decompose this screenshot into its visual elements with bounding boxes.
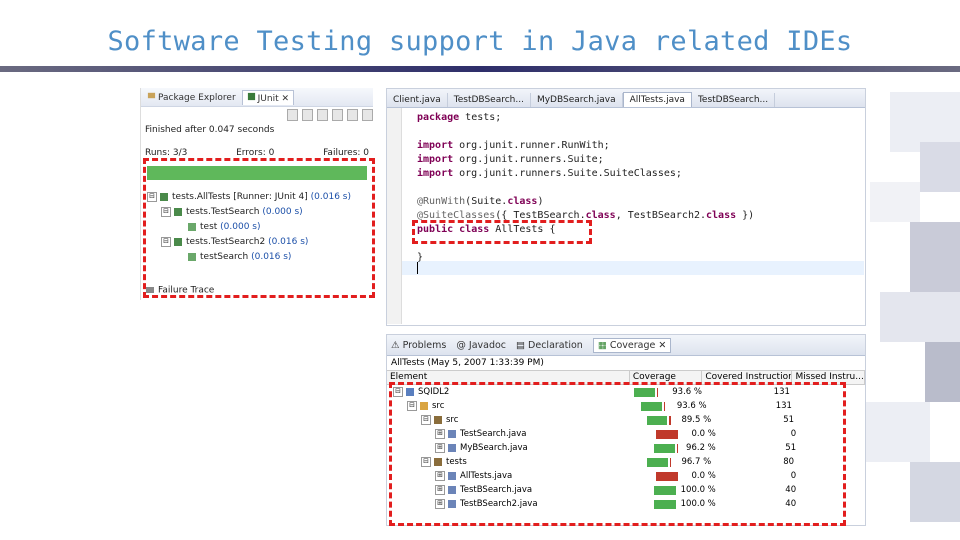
code-token: import — [417, 154, 454, 165]
close-icon[interactable]: ✕ — [282, 94, 290, 104]
prev-failure-icon[interactable] — [302, 109, 313, 121]
editor-tab[interactable]: Client.java — [387, 93, 448, 107]
view-menu-icon[interactable] — [362, 109, 373, 121]
junit-toolbar — [141, 107, 373, 123]
tab-label: Coverage — [609, 339, 656, 351]
editor-tab-active[interactable]: AllTests.java — [622, 92, 692, 107]
code-token: class — [507, 196, 538, 207]
code-token: , TestBSearch2. — [615, 210, 707, 221]
problems-icon: ⚠ — [391, 339, 400, 351]
tab-label: Declaration — [528, 339, 583, 351]
history-icon[interactable] — [347, 109, 358, 121]
tab-problems[interactable]: ⚠ Problems — [391, 340, 446, 351]
code-token: org.junit.runners.Suite; — [453, 154, 604, 165]
tab-coverage[interactable]: ▦ Coverage ✕ — [592, 337, 672, 353]
tab-javadoc[interactable]: @ Javadoc — [456, 340, 506, 351]
code-token: org.junit.runner.RunWith; — [453, 140, 610, 151]
coverage-icon: ▦ — [597, 339, 607, 351]
highlight-alltests-class — [412, 220, 592, 244]
coverage-tab-bar: ⚠ Problems @ Javadoc ▤ Declaration ▦ Cov… — [387, 335, 865, 356]
decorative-pattern — [850, 72, 960, 540]
runs-count: Runs: 3/3 — [145, 148, 188, 158]
code-editor: Client.java TestDBSearch... MyDBSearch.j… — [386, 88, 866, 326]
rerun-icon[interactable] — [317, 109, 328, 121]
code-token: import — [417, 140, 454, 151]
tab-junit[interactable]: JUnit ✕ — [241, 89, 295, 105]
slide-title: Software Testing support in Java related… — [107, 26, 853, 57]
editor-tab[interactable]: TestDBSearch... — [448, 93, 531, 107]
finished-status: Finished after 0.047 seconds — [145, 125, 275, 135]
code-token: org.junit.runners.Suite.SuiteClasses; — [453, 168, 682, 179]
editor-tab[interactable]: TestDBSearch... — [692, 93, 776, 107]
highlight-junit-results — [143, 158, 375, 298]
title-divider — [0, 66, 960, 72]
highlight-coverage-table — [389, 382, 846, 526]
errors-count: Errors: 0 — [236, 148, 275, 158]
javadoc-icon: @ — [456, 339, 466, 351]
declaration-icon: ▤ — [516, 339, 526, 351]
tab-label: Problems — [402, 339, 447, 351]
failures-count: Failures: 0 — [323, 148, 369, 158]
tab-package-explorer[interactable]: Package Explorer — [147, 91, 236, 103]
code-token: (Suite. — [465, 196, 508, 207]
code-token: ) — [537, 196, 544, 207]
code-token: tests; — [459, 112, 502, 123]
coverage-session: AllTests (May 5, 2007 1:33:39 PM) — [391, 358, 544, 368]
tab-declaration[interactable]: ▤ Declaration — [516, 340, 583, 351]
code-token: package — [417, 112, 460, 123]
stop-icon[interactable] — [332, 109, 343, 121]
code-token: class — [706, 210, 737, 221]
junit-tab-bar: Package Explorer JUnit ✕ — [141, 88, 373, 107]
junit-icon — [247, 92, 255, 100]
tab-junit-label: JUnit — [257, 93, 279, 104]
code-token: @RunWith — [417, 196, 466, 207]
next-failure-icon[interactable] — [287, 109, 298, 121]
editor-tab-bar: Client.java TestDBSearch... MyDBSearch.j… — [387, 89, 865, 108]
editor-tab[interactable]: MyDBSearch.java — [531, 93, 623, 107]
code-token: } — [417, 252, 424, 263]
tab-label: Javadoc — [468, 339, 507, 351]
code-token: import — [417, 168, 454, 179]
close-icon[interactable]: ✕ — [658, 340, 666, 351]
package-explorer-icon — [147, 92, 156, 99]
tab-package-explorer-label: Package Explorer — [158, 93, 236, 103]
junit-counters: Runs: 3/3 Errors: 0 Failures: 0 — [145, 148, 369, 158]
code-token: }) — [736, 210, 755, 221]
editor-gutter — [387, 108, 402, 324]
